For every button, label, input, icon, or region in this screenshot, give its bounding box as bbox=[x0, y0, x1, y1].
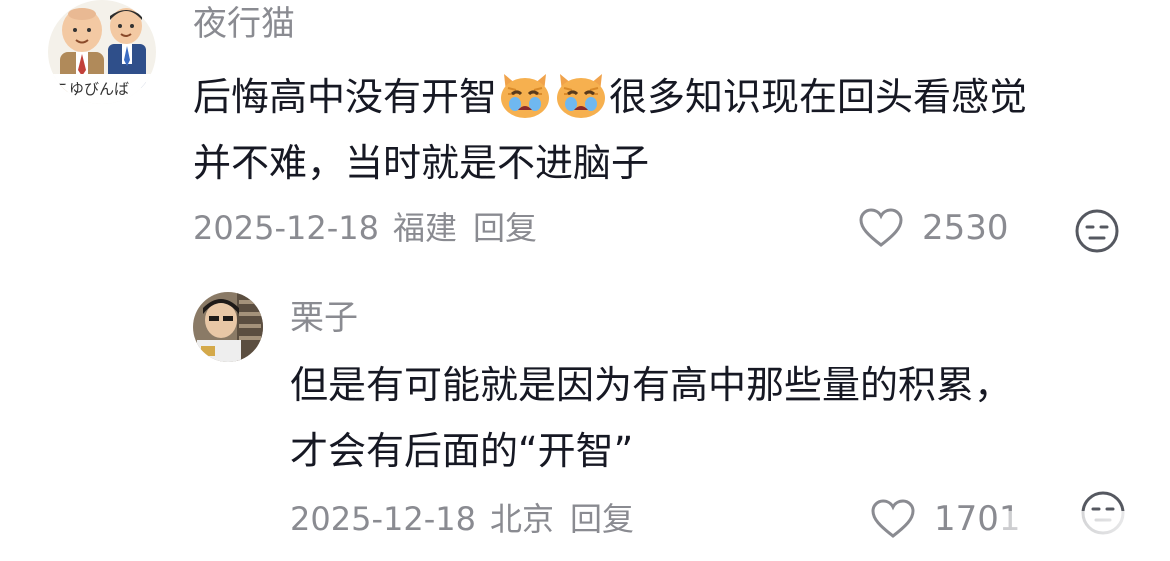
like-button[interactable]: 2530 bbox=[858, 208, 1009, 248]
reply-button[interactable]: 回复 bbox=[473, 209, 537, 247]
comment-date: 2025-12-18 bbox=[193, 209, 379, 247]
crying-cat-emoji bbox=[557, 74, 606, 118]
comment-item: こゆびんば 夜行猫 后悔高中没有开智 很多知识现在回头看感觉 并不难，当时就是不… bbox=[0, 0, 1170, 270]
like-count: 2530 bbox=[922, 208, 1009, 248]
reply-comment-item: 栗子 但是有可能就是因为有高中那些量的积累， 才会有后面的“开智” 2025-1… bbox=[0, 282, 1170, 561]
comment-text-line: 才会有后面的“开智” bbox=[290, 429, 634, 473]
comment-location: 福建 bbox=[392, 209, 457, 247]
heart-icon bbox=[871, 499, 915, 538]
avatar[interactable]: こゆびんば bbox=[48, 0, 156, 104]
comment-text-line: 但是有可能就是因为有高中那些量的积累， bbox=[290, 363, 1013, 407]
comment-meta: 2025-12-18 北京 回复 bbox=[290, 499, 648, 539]
comment-meta: 2025-12-18 福建 回复 bbox=[193, 208, 551, 248]
avatar[interactable] bbox=[193, 292, 263, 362]
comment-text: 但是有可能就是因为有高中那些量的积累， 才会有后面的“开智” bbox=[290, 352, 1150, 484]
comment-text-line: 并不难，当时就是不进脑子 bbox=[193, 141, 650, 185]
comment-text: 后悔高中没有开智 很多知识现在回头看感觉 并不难，当时就是不进脑子 bbox=[193, 64, 1138, 196]
comment-text-part: 很多知识现在回头看感觉 bbox=[609, 75, 1028, 119]
react-button[interactable] bbox=[1074, 208, 1120, 258]
avatar-illustration: こゆびんば bbox=[48, 0, 156, 104]
comment-location: 北京 bbox=[489, 500, 554, 538]
watermark-overlay bbox=[1000, 511, 1160, 547]
comment-date: 2025-12-18 bbox=[290, 500, 476, 538]
user-name[interactable]: 栗子 bbox=[290, 298, 358, 338]
avatar-photo bbox=[193, 292, 263, 362]
heart-icon bbox=[859, 208, 903, 247]
user-name[interactable]: 夜行猫 bbox=[193, 4, 295, 44]
reply-button[interactable]: 回复 bbox=[570, 500, 634, 538]
like-button[interactable]: 1701 bbox=[870, 499, 1021, 539]
neutral-face-icon bbox=[1075, 209, 1119, 253]
comment-text-line: 后悔高中没有开智 很多知识现在回头看感觉 bbox=[193, 64, 1138, 130]
comment-text-part: 后悔高中没有开智 bbox=[193, 75, 498, 119]
crying-cat-emoji bbox=[501, 74, 550, 118]
avatar-caption: こゆびんば bbox=[54, 80, 129, 98]
